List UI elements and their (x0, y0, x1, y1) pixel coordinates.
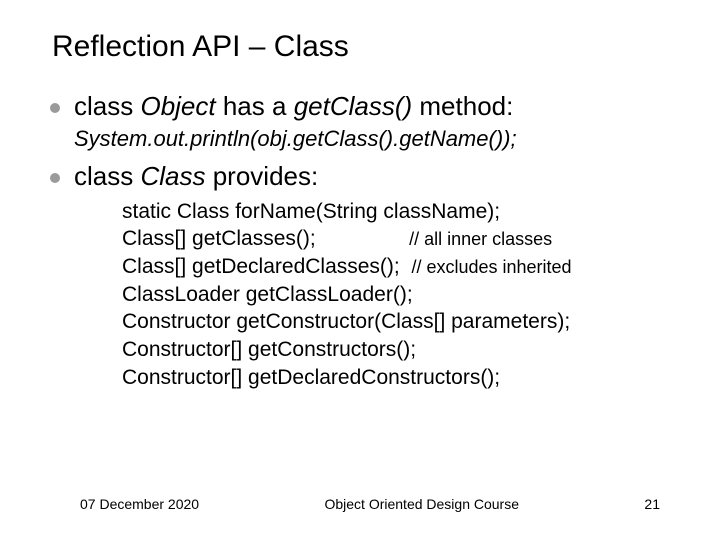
code-line: static Class forName(String className); (122, 198, 672, 226)
code-line: Constructor[] getConstructors(); (122, 336, 672, 364)
example-code-line: System.out.println(obj.getClass().getNam… (74, 126, 672, 152)
bullet-text-1: class Object has a getClass() method: (74, 90, 513, 124)
italic-text: getClass() (294, 91, 412, 121)
code-line: Class[] getDeclaredClasses(); // exclude… (122, 253, 672, 281)
code-line: ClassLoader getClassLoader(); (122, 281, 672, 309)
bullet-text-2: class Class provides: (74, 160, 318, 194)
text-span: provides: (205, 161, 318, 191)
footer-page-number: 21 (644, 496, 660, 512)
italic-text: Object (140, 91, 215, 121)
italic-text: Class (140, 161, 205, 191)
text-span: method: (412, 91, 513, 121)
slide-title: Reflection API – Class (52, 30, 672, 64)
footer-course-title: Object Oriented Design Course (324, 496, 519, 512)
footer-date: 07 December 2020 (80, 496, 199, 512)
text-span: has a (216, 91, 294, 121)
text-span: class (74, 161, 140, 191)
code-block: static Class forName(String className); … (122, 198, 672, 392)
text-span: class (74, 91, 140, 121)
code-text: Class[] getDeclaredClasses(); (122, 255, 400, 278)
code-line: Class[] getClasses(); // all inner class… (122, 225, 672, 253)
code-comment: // all inner classes (409, 229, 552, 249)
code-comment: // excludes inherited (411, 257, 571, 277)
bullet-icon (50, 103, 60, 113)
code-line: Constructor getConstructor(Class[] param… (122, 308, 672, 336)
bullet-item-2: class Class provides: (74, 160, 672, 194)
code-text: Class[] getClasses(); (122, 227, 316, 250)
bullet-item-1: class Object has a getClass() method: (74, 90, 672, 124)
code-line: Constructor[] getDeclaredConstructors(); (122, 364, 672, 392)
bullet-icon (50, 173, 60, 183)
slide-footer: 07 December 2020 Object Oriented Design … (0, 496, 720, 512)
